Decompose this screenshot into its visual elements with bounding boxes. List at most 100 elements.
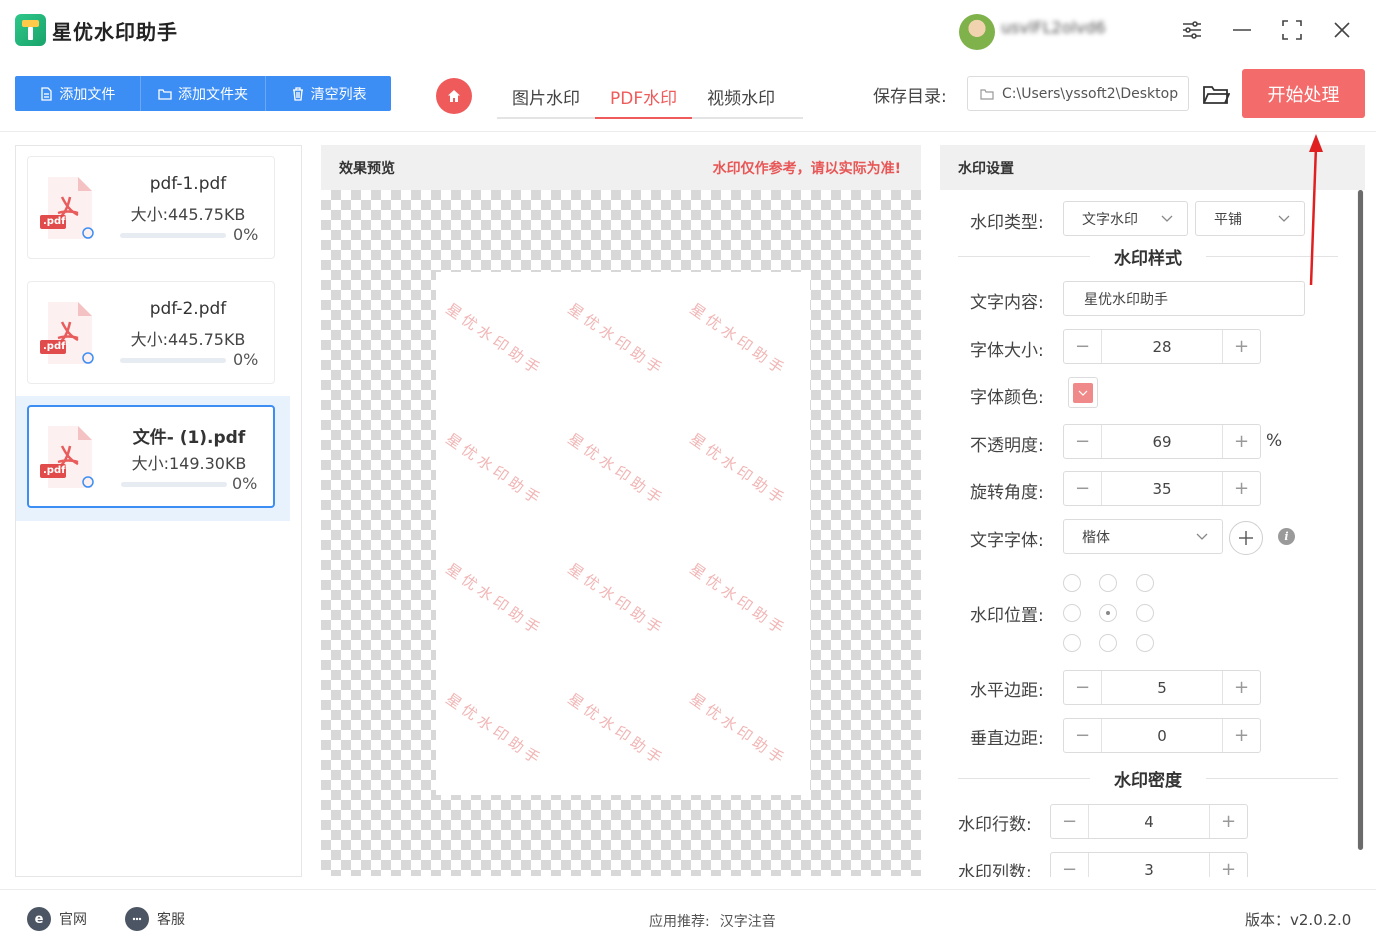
position-middle-left[interactable] xyxy=(1063,604,1081,622)
v-margin-label: 垂直边距: xyxy=(970,729,1044,749)
increment-button[interactable]: + xyxy=(1209,805,1247,838)
mode-tabs: 图片水印 PDF水印 视频水印 xyxy=(497,78,803,119)
decrement-button[interactable]: − xyxy=(1064,671,1102,704)
file-size: 大小:445.75KB xyxy=(130,330,246,349)
maximize-icon[interactable] xyxy=(1278,16,1306,44)
file-icon xyxy=(41,86,52,101)
increment-button[interactable]: + xyxy=(1209,853,1247,877)
font-color-picker[interactable] xyxy=(1068,377,1098,408)
decrement-button[interactable]: − xyxy=(1051,805,1089,838)
increment-button[interactable]: + xyxy=(1222,425,1260,458)
cols-stepper[interactable]: − 3 + xyxy=(1050,852,1248,877)
layout-value: 平铺 xyxy=(1214,211,1242,228)
add-file-button[interactable]: 添加文件 xyxy=(15,76,141,111)
font-size-stepper[interactable]: − 28 + xyxy=(1063,329,1261,364)
opacity-stepper[interactable]: − 69 + xyxy=(1063,424,1261,459)
decrement-button[interactable]: − xyxy=(1064,330,1102,363)
website-link[interactable]: e 官网 xyxy=(27,907,87,931)
tab-pdf-watermark[interactable]: PDF水印 xyxy=(595,78,693,119)
user-avatar[interactable] xyxy=(959,14,995,50)
increment-button[interactable]: + xyxy=(1222,719,1260,752)
watermark-preview-text: 星优水印助手 xyxy=(686,689,791,770)
rotation-stepper[interactable]: − 35 + xyxy=(1063,471,1261,506)
preview-canvas: 星优水印助手 星优水印助手 星优水印助手 星优水印助手 星优水印助手 星优水印助手 星优水印… xyxy=(321,190,921,876)
file-toolbar: 添加文件 添加文件夹 清空列表 xyxy=(15,76,391,111)
file-size: 大小:445.75KB xyxy=(130,205,246,224)
settings-scrollbar[interactable] xyxy=(1357,190,1364,850)
minimize-icon[interactable] xyxy=(1228,16,1256,44)
pdf-badge-text: .pdf xyxy=(43,341,66,352)
add-folder-button[interactable]: 添加文件夹 xyxy=(141,76,267,111)
file-item[interactable]: .pdf pdf-2.pdf 大小:445.75KB 0% xyxy=(27,281,275,384)
scrollbar-thumb[interactable] xyxy=(1358,190,1363,850)
rows-value[interactable]: 4 xyxy=(1089,805,1209,838)
browser-e-icon: e xyxy=(27,907,51,931)
decrement-button[interactable]: − xyxy=(1064,472,1102,505)
font-family-select[interactable]: 楷体 xyxy=(1063,519,1223,554)
version-text: 版本：v2.0.2.0 xyxy=(1245,911,1352,929)
font-color-label: 字体颜色: xyxy=(970,388,1044,408)
h-margin-value[interactable]: 5 xyxy=(1102,671,1222,704)
watermark-preview-text: 星优水印助手 xyxy=(686,559,791,640)
home-button[interactable] xyxy=(436,78,472,114)
website-label: 官网 xyxy=(59,912,87,928)
user-name[interactable]: usvlFL2olvd6 xyxy=(1001,18,1153,42)
watermark-type-value: 文字水印 xyxy=(1082,211,1138,228)
opacity-value[interactable]: 69 xyxy=(1102,425,1222,458)
position-top-left[interactable] xyxy=(1063,574,1081,592)
rows-stepper[interactable]: − 4 + xyxy=(1050,804,1248,839)
settings-sliders-icon[interactable] xyxy=(1178,16,1206,44)
position-bottom-center[interactable] xyxy=(1099,634,1117,652)
rows-label: 水印行数: xyxy=(958,815,1032,835)
file-progress-text: 0% xyxy=(232,474,258,493)
rotation-value[interactable]: 35 xyxy=(1102,472,1222,505)
chevron-down-icon xyxy=(1078,390,1088,396)
watermark-type-select[interactable]: 文字水印 xyxy=(1063,201,1188,236)
file-item-selected[interactable]: .pdf 文件- (1).pdf 大小:149.30KB 0% xyxy=(27,405,275,508)
recommend-app-link[interactable]: 汉字注音 xyxy=(720,914,776,930)
decrement-button[interactable]: − xyxy=(1064,719,1102,752)
increment-button[interactable]: + xyxy=(1222,671,1260,704)
opacity-label: 不透明度: xyxy=(970,436,1044,456)
add-font-button[interactable] xyxy=(1229,521,1263,555)
position-bottom-left[interactable] xyxy=(1063,634,1081,652)
close-icon[interactable] xyxy=(1328,16,1356,44)
save-dir-input[interactable]: C:\Users\yssoft2\Desktop xyxy=(967,76,1189,111)
position-bottom-right[interactable] xyxy=(1136,634,1154,652)
decrement-button[interactable]: − xyxy=(1064,425,1102,458)
position-middle-right[interactable] xyxy=(1136,604,1154,622)
pdf-badge-text: .pdf xyxy=(43,216,66,227)
add-folder-label: 添加文件夹 xyxy=(178,86,248,103)
watermark-preview-text: 星优水印助手 xyxy=(686,299,791,380)
v-margin-stepper[interactable]: − 0 + xyxy=(1063,718,1261,753)
clear-list-button[interactable]: 清空列表 xyxy=(266,76,391,111)
position-top-center[interactable] xyxy=(1099,574,1117,592)
h-margin-label: 水平边距: xyxy=(970,681,1044,701)
browse-folder-icon[interactable] xyxy=(1202,80,1231,108)
tab-video-watermark[interactable]: 视频水印 xyxy=(692,78,790,119)
cols-value[interactable]: 3 xyxy=(1089,853,1209,878)
file-progress-bar xyxy=(121,482,227,487)
start-process-button[interactable]: 开始处理 xyxy=(1242,69,1365,118)
chat-bubble-icon xyxy=(125,907,149,931)
position-top-right[interactable] xyxy=(1136,574,1154,592)
layout-select[interactable]: 平铺 xyxy=(1195,201,1305,236)
increment-button[interactable]: + xyxy=(1222,330,1260,363)
position-center[interactable] xyxy=(1099,604,1117,622)
font-size-value[interactable]: 28 xyxy=(1102,330,1222,363)
h-margin-stepper[interactable]: − 5 + xyxy=(1063,670,1261,705)
support-link[interactable]: 客服 xyxy=(125,907,185,931)
increment-button[interactable]: + xyxy=(1222,472,1260,505)
folder-icon xyxy=(158,88,172,100)
file-progress-bar xyxy=(120,358,226,363)
decrement-button[interactable]: − xyxy=(1051,853,1089,877)
app-title: 星优水印助手 xyxy=(52,20,178,44)
v-margin-value[interactable]: 0 xyxy=(1102,719,1222,752)
pdf-file-icon: .pdf xyxy=(40,175,96,243)
file-item[interactable]: .pdf pdf-1.pdf 大小:445.75KB 0% xyxy=(27,156,275,259)
support-label: 客服 xyxy=(157,912,185,928)
font-family-value: 楷体 xyxy=(1082,529,1110,546)
watermark-text-input[interactable]: 星优水印助手 xyxy=(1063,281,1305,316)
tab-image-watermark[interactable]: 图片水印 xyxy=(497,78,595,119)
info-icon[interactable]: i xyxy=(1278,528,1295,545)
